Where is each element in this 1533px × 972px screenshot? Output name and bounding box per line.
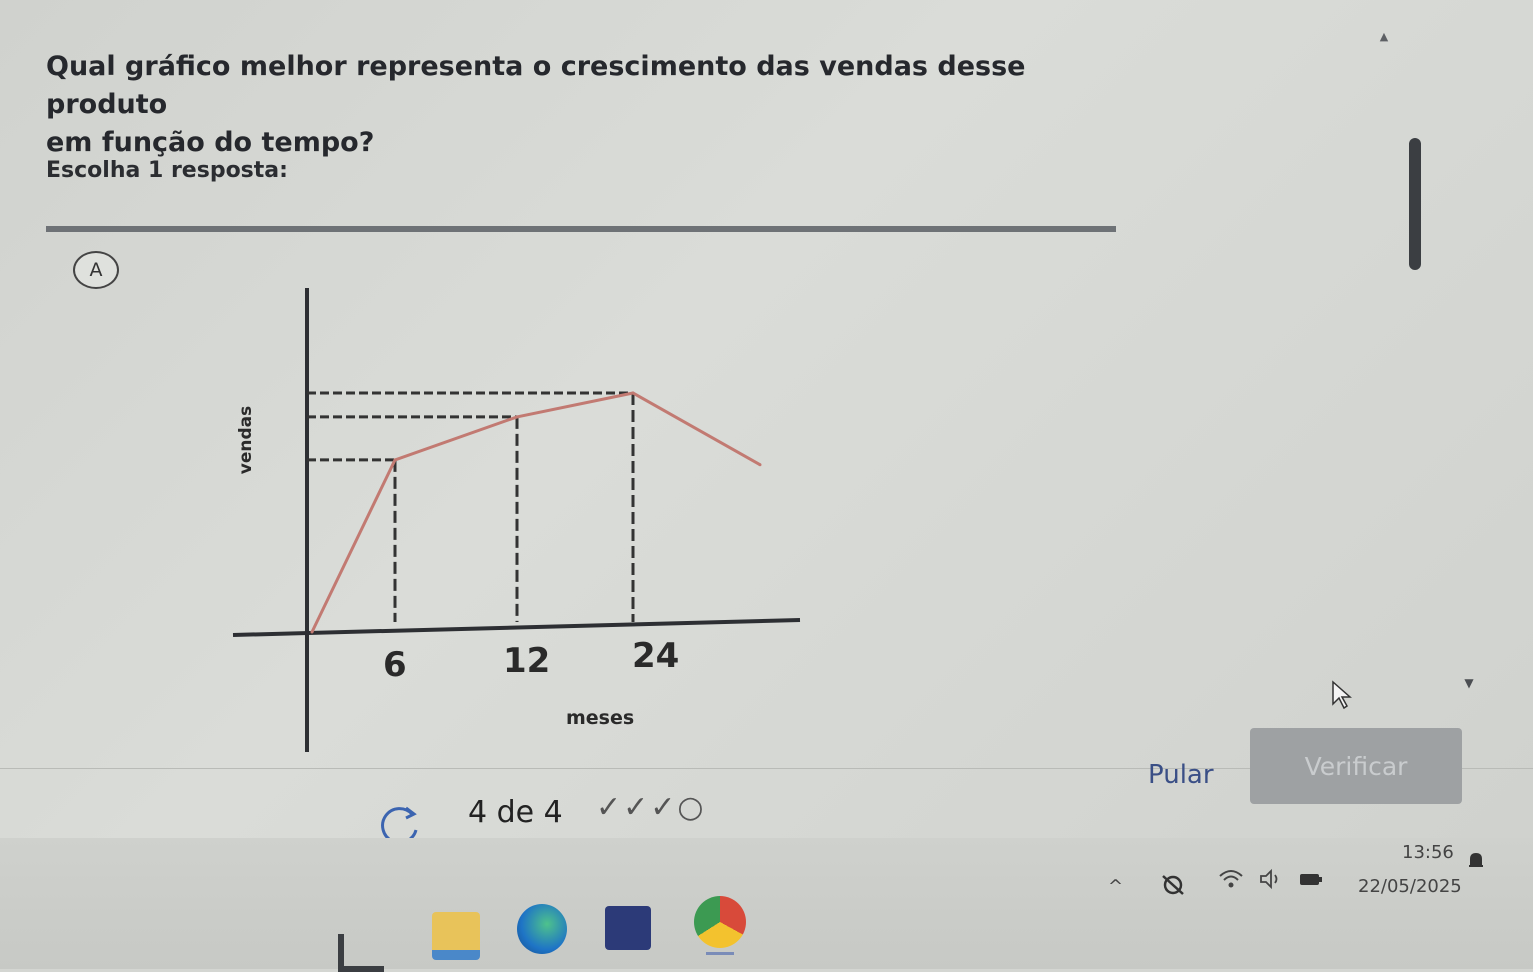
taskbar: ^ [0,838,1533,972]
progress-marks: ✓✓✓○ [596,790,706,825]
x-tick-label: 24 [632,636,680,676]
chevron-up-icon[interactable]: ^ [1108,876,1134,898]
chart-svg [232,288,801,752]
battery-icon[interactable] [1298,869,1324,891]
data-point [515,415,519,419]
clock-time[interactable]: 13:56 [1402,842,1454,863]
data-point [310,630,314,634]
wifi-icon[interactable] [1218,868,1244,890]
y-axis-label: vendas [236,405,257,475]
verify-button[interactable]: Verificar [1250,728,1462,804]
volume-icon[interactable] [1258,868,1284,890]
x-tick-label: 12 [503,641,551,681]
x-tick-label: 6 [383,645,407,685]
x-axis-label: meses [566,707,635,729]
sales-series-line [310,391,761,633]
answer-chart[interactable] [215,280,835,760]
notification-bell-icon[interactable] [1467,850,1485,870]
progress-text: 4 de 4 [468,795,563,830]
question-line-2: em função do tempo? [46,127,375,158]
data-point [631,391,635,395]
option-a-radio[interactable]: A [73,251,119,289]
question-line-1: Qual gráfico melhor representa o crescim… [46,51,1026,120]
edge-browser-icon[interactable] [517,904,567,954]
folder-icon[interactable] [432,912,480,960]
mouse-cursor-icon [1332,680,1352,710]
active-app-indicator [706,952,734,955]
sync-off-icon[interactable] [1160,874,1186,896]
question-text: Qual gráfico melhor representa o crescim… [46,48,1146,162]
skip-button[interactable]: Pular [1148,760,1214,790]
scrollbar-thumb[interactable] [1409,138,1421,270]
instruction-text: Escolha 1 resposta: [46,158,288,183]
file-icon[interactable] [338,934,384,972]
clock-date[interactable]: 22/05/2025 [1358,876,1462,897]
divider [46,226,1116,232]
store-icon[interactable] [605,906,651,950]
data-point [393,458,397,462]
chrome-browser-icon[interactable] [694,896,746,948]
scroll-up-icon[interactable]: ▲ [1377,30,1391,44]
screen: Qual gráfico melhor representa o crescim… [0,0,1533,972]
data-point [758,463,762,467]
scroll-down-icon[interactable]: ▼ [1462,676,1476,690]
